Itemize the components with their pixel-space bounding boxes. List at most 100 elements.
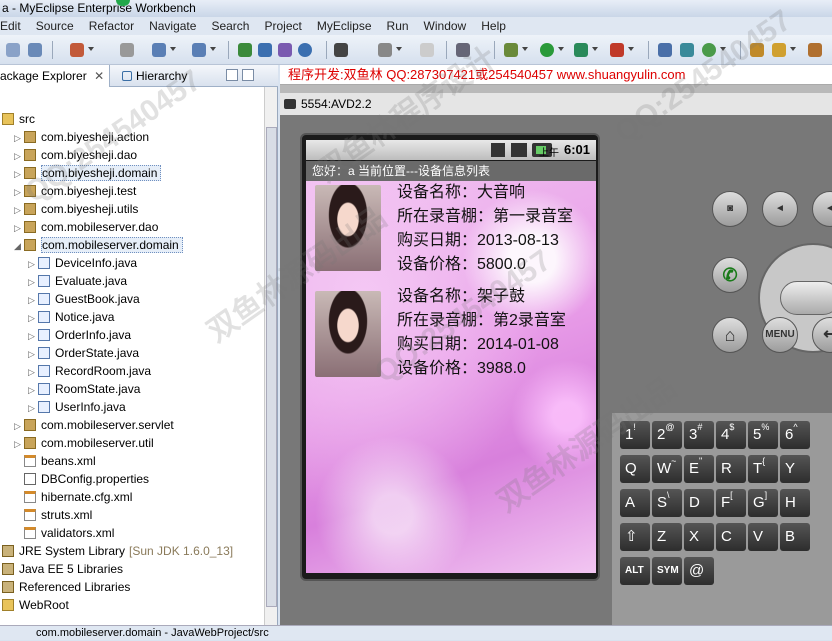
keyboard-key[interactable]: S\ bbox=[652, 489, 682, 517]
tree-item[interactable]: ▷ DeviceInfo.java bbox=[28, 254, 137, 272]
menu-item-source[interactable]: Source bbox=[36, 19, 74, 33]
home-button-icon[interactable]: ⌂ bbox=[712, 317, 748, 353]
tree-item[interactable]: ▷JRE System Library[Sun JDK 1.6.0_13] bbox=[0, 542, 233, 560]
collapsed-arrow-icon[interactable]: ▷ bbox=[14, 165, 24, 183]
tree-item[interactable]: beans.xml bbox=[14, 452, 96, 470]
new-package-icon[interactable] bbox=[258, 43, 272, 57]
device-list-item[interactable]: 设备名称：大音响 所在录音棚：第一录音室 购买日期：2013-08-13 设备价… bbox=[306, 181, 596, 285]
menu-item-edit[interactable]: Edit bbox=[0, 19, 21, 33]
volume-up-icon[interactable]: ◄ bbox=[812, 191, 832, 227]
tree-item[interactable]: ▷ com.biyesheji.utils bbox=[14, 200, 138, 218]
tree-item[interactable]: ▷ com.biyesheji.dao bbox=[14, 146, 137, 164]
keyboard-key[interactable]: R bbox=[716, 455, 746, 483]
menu-button[interactable]: MENU bbox=[762, 317, 798, 353]
tree-item[interactable]: ▷ com.mobileserver.servlet bbox=[14, 416, 174, 434]
sync-icon[interactable] bbox=[702, 43, 716, 57]
menu-item-search[interactable]: Search bbox=[211, 19, 249, 33]
debug-icon[interactable] bbox=[70, 43, 84, 57]
dropdown-arrow-icon[interactable] bbox=[210, 47, 216, 51]
tree-item[interactable]: ◢ com.mobileserver.domain bbox=[14, 236, 183, 254]
keyboard-key[interactable]: ⇧ bbox=[620, 523, 650, 551]
open-perspective-icon[interactable] bbox=[658, 43, 672, 57]
collapsed-arrow-icon[interactable]: ▷ bbox=[14, 183, 24, 201]
device-list-item[interactable]: 设备名称：架子鼓 所在录音棚：第2录音室 购买日期：2014-01-08 设备价… bbox=[306, 285, 596, 389]
link-with-editor-icon[interactable] bbox=[242, 69, 254, 81]
collapsed-arrow-icon[interactable]: ▷ bbox=[14, 201, 24, 219]
keyboard-key[interactable]: E" bbox=[684, 455, 714, 483]
keyboard-key[interactable]: 3# bbox=[684, 421, 714, 449]
server-icon[interactable] bbox=[120, 43, 134, 57]
collapsed-arrow-icon[interactable]: ▷ bbox=[14, 417, 24, 435]
scrollbar-thumb[interactable] bbox=[266, 127, 277, 607]
keyboard-key[interactable]: D bbox=[684, 489, 714, 517]
bug-icon[interactable] bbox=[504, 43, 518, 57]
keyboard-key[interactable]: C bbox=[716, 523, 746, 551]
keyboard-key[interactable]: A bbox=[620, 489, 650, 517]
refresh-icon[interactable] bbox=[680, 43, 694, 57]
dropdown-arrow-icon[interactable] bbox=[558, 47, 564, 51]
tree-item[interactable]: ▷ RoomState.java bbox=[28, 380, 140, 398]
tree-item[interactable]: ▷ OrderInfo.java bbox=[28, 326, 131, 344]
vertical-scrollbar[interactable] bbox=[264, 87, 277, 625]
pencil-icon[interactable] bbox=[772, 43, 786, 57]
dropdown-arrow-icon[interactable] bbox=[88, 47, 94, 51]
dropdown-arrow-icon[interactable] bbox=[720, 47, 726, 51]
tree-item[interactable]: ▷WebRoot bbox=[0, 596, 69, 614]
dropdown-arrow-icon[interactable] bbox=[396, 47, 402, 51]
menu-item-window[interactable]: Window bbox=[424, 19, 467, 33]
menu-item-run[interactable]: Run bbox=[387, 19, 409, 33]
external-tools-icon[interactable] bbox=[456, 43, 470, 57]
keyboard-key[interactable]: Q bbox=[620, 455, 650, 483]
run-server-icon[interactable] bbox=[192, 43, 206, 57]
tab-package-explorer[interactable]: ackage Explorer ✕ bbox=[0, 65, 110, 87]
dpad-center-button[interactable] bbox=[780, 281, 832, 315]
search-icon[interactable] bbox=[420, 43, 434, 57]
collapsed-arrow-icon[interactable]: ▷ bbox=[28, 399, 38, 417]
collapsed-arrow-icon[interactable]: ▷ bbox=[28, 273, 38, 291]
collapsed-arrow-icon[interactable]: ▷ bbox=[28, 363, 38, 381]
volume-down-icon[interactable]: ◄ bbox=[762, 191, 798, 227]
menu-item-help[interactable]: Help bbox=[481, 19, 506, 33]
open-type-icon[interactable] bbox=[334, 43, 348, 57]
external-tools-run-icon[interactable] bbox=[610, 43, 624, 57]
tree-item[interactable]: ▷ com.mobileserver.util bbox=[14, 434, 154, 452]
collapsed-arrow-icon[interactable]: ▷ bbox=[14, 147, 24, 165]
tree-item[interactable]: ▷Referenced Libraries bbox=[0, 578, 130, 596]
run-last-icon[interactable] bbox=[574, 43, 588, 57]
tree-item[interactable]: hibernate.cfg.xml bbox=[14, 488, 132, 506]
keyboard-key[interactable]: 2@ bbox=[652, 421, 682, 449]
collapsed-arrow-icon[interactable]: ▷ bbox=[14, 219, 24, 237]
menu-item-project[interactable]: Project bbox=[264, 19, 301, 33]
tree-item[interactable]: ▷ com.biyesheji.test bbox=[14, 182, 136, 200]
tool-icon[interactable] bbox=[808, 43, 822, 57]
camera-button-icon[interactable]: ◙ bbox=[712, 191, 748, 227]
keyboard-key[interactable]: 6^ bbox=[780, 421, 810, 449]
dropdown-arrow-icon[interactable] bbox=[790, 47, 796, 51]
keyboard-key[interactable]: H bbox=[780, 489, 810, 517]
tree-item[interactable]: ▷ Evaluate.java bbox=[28, 272, 127, 290]
collapsed-arrow-icon[interactable]: ▷ bbox=[28, 309, 38, 327]
keyboard-key[interactable]: Y bbox=[780, 455, 810, 483]
folder-open-icon[interactable] bbox=[750, 43, 764, 57]
keyboard-key[interactable]: 1! bbox=[620, 421, 650, 449]
close-icon[interactable]: ✕ bbox=[94, 69, 104, 83]
collapsed-arrow-icon[interactable]: ▷ bbox=[28, 291, 38, 309]
tab-hierarchy[interactable]: Hierarchy bbox=[118, 65, 187, 87]
keyboard-key[interactable]: X bbox=[684, 523, 714, 551]
keyboard-key[interactable]: @ bbox=[684, 557, 714, 585]
dropdown-arrow-icon[interactable] bbox=[628, 47, 634, 51]
keyboard-key[interactable]: Z bbox=[652, 523, 682, 551]
collapsed-arrow-icon[interactable]: ▷ bbox=[28, 381, 38, 399]
tree-item[interactable]: DBConfig.properties bbox=[14, 470, 149, 488]
save-icon[interactable] bbox=[28, 43, 42, 57]
tree-item[interactable]: ▷ com.mobileserver.dao bbox=[14, 218, 158, 236]
collapsed-arrow-icon[interactable]: ▷ bbox=[14, 435, 24, 453]
run-icon[interactable] bbox=[540, 43, 554, 57]
menu-item-myeclipse[interactable]: MyEclipse bbox=[317, 19, 372, 33]
keyboard-key[interactable]: ALT bbox=[620, 557, 650, 585]
collapsed-arrow-icon[interactable]: ▷ bbox=[28, 327, 38, 345]
new-icon[interactable] bbox=[6, 43, 20, 57]
collapsed-arrow-icon[interactable]: ▷ bbox=[28, 345, 38, 363]
new-java-project-icon[interactable] bbox=[238, 43, 252, 57]
menu-item-navigate[interactable]: Navigate bbox=[149, 19, 196, 33]
